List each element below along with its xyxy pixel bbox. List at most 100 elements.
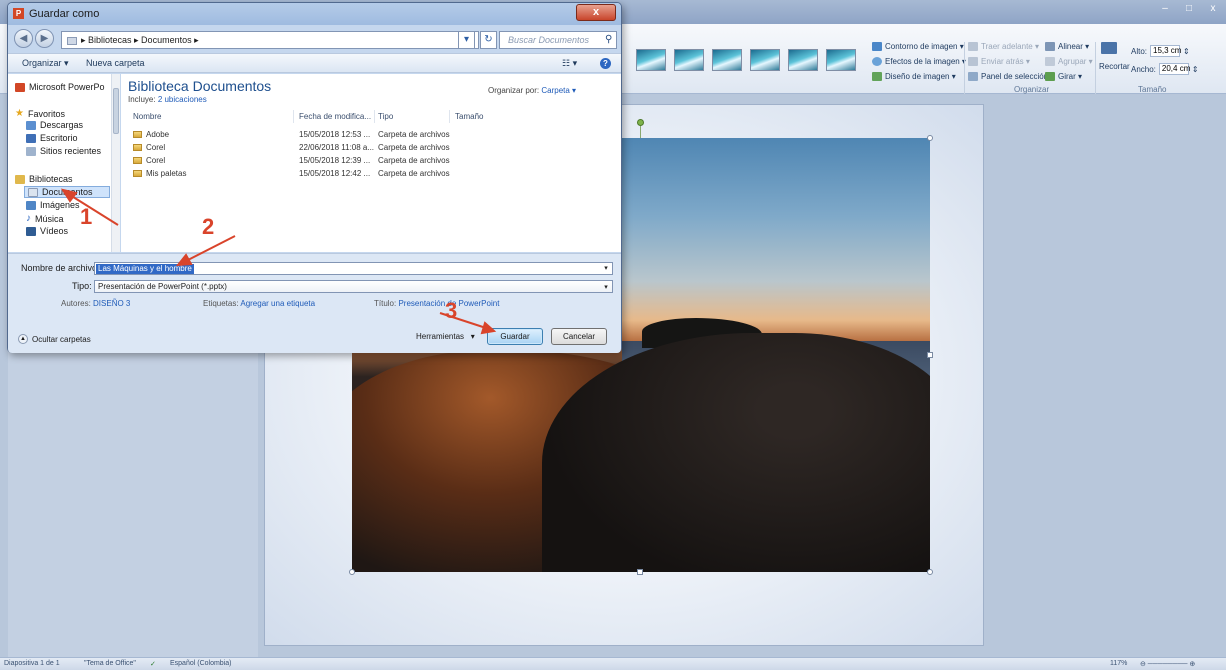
nav-item-powerpoint[interactable]: Microsoft PowerPo [15, 82, 105, 92]
resize-handle[interactable] [349, 569, 355, 575]
table-row[interactable]: Corel 22/06/2018 11:08 a... Carpeta de a… [126, 142, 526, 154]
music-icon: ♪ [26, 213, 31, 224]
column-header-modified[interactable]: Fecha de modifica... [299, 112, 371, 121]
hide-folders-label: Ocultar carpetas [32, 334, 91, 344]
search-input[interactable]: Buscar Documentos [499, 31, 617, 49]
nav-item-images[interactable]: Imágenes [26, 200, 80, 210]
picture-style-thumbnail[interactable] [674, 49, 704, 71]
back-icon[interactable]: ◀ [14, 29, 33, 48]
nav-item-music[interactable]: ♪ Música [26, 213, 64, 224]
rotate-button[interactable]: Girar ▾ [1045, 72, 1082, 81]
align-button[interactable]: Alinear ▾ [1045, 42, 1089, 51]
nav-item-libraries[interactable]: Bibliotecas [15, 174, 73, 184]
title-field: Título: Presentación de PowerPoint [374, 299, 499, 308]
breadcrumb[interactable]: ▸ Bibliotecas ▸ Documentos ▸ [81, 35, 199, 45]
resize-handle[interactable] [927, 135, 933, 141]
language[interactable]: Español (Colombia) [170, 660, 231, 667]
spellcheck-icon[interactable]: ✓ [150, 660, 156, 668]
bring-forward-button[interactable]: Traer adelante ▾ [968, 42, 1039, 51]
file-name: Corel [146, 156, 166, 165]
picture-style-thumbnail[interactable] [636, 49, 666, 71]
picture-layout-label: Diseño de imagen ▾ [885, 72, 956, 81]
arrange-label: Organizar por: [488, 86, 540, 95]
table-row[interactable]: Mis paletas 15/05/2018 12:42 ... Carpeta… [126, 168, 526, 180]
views-button[interactable]: ☷ ▾ [562, 58, 577, 69]
column-divider[interactable] [374, 110, 375, 123]
tags-link[interactable]: Agregar una etiqueta [240, 299, 315, 308]
nav-label: Música [35, 213, 64, 224]
nav-scrollbar[interactable] [111, 74, 120, 252]
spinner-icon[interactable]: ⇕ [1183, 47, 1190, 56]
powerpoint-icon: P [13, 8, 24, 19]
nav-item-videos[interactable]: Vídeos [26, 226, 68, 236]
height-label: Alto: [1131, 46, 1148, 56]
maximize-icon[interactable]: □ [1178, 2, 1200, 16]
nav-item-recent[interactable]: Sitios recientes [26, 146, 101, 156]
picture-layout-button[interactable]: Diseño de imagen ▾ [872, 72, 956, 81]
crop-icon-button[interactable] [1101, 42, 1117, 54]
address-dropdown-icon[interactable]: ▾ [458, 31, 475, 49]
group-label-organize: Organizar [1014, 85, 1050, 94]
close-icon[interactable]: x [1202, 2, 1224, 16]
group-button[interactable]: Agrupar ▾ [1045, 57, 1093, 66]
table-row[interactable]: Adobe 15/05/2018 12:53 ... Carpeta de ar… [126, 129, 526, 141]
search-icon[interactable]: ⚲ [605, 34, 612, 45]
hide-folders-button[interactable]: ▲ Ocultar carpetas [18, 334, 91, 344]
zoom-slider[interactable]: ⊖ ──────── ⊕ [1140, 660, 1195, 668]
column-divider[interactable] [449, 110, 450, 123]
send-backward-button[interactable]: Enviar atrás ▾ [968, 57, 1030, 66]
column-header-size[interactable]: Tamaño [455, 112, 483, 121]
locations-link[interactable]: 2 ubicaciones [158, 95, 207, 104]
send-backward-label: Enviar atrás ▾ [981, 57, 1030, 66]
nav-item-downloads[interactable]: Descargas [26, 120, 83, 130]
height-input[interactable]: 15,3 cm [1150, 45, 1181, 57]
column-divider[interactable] [293, 110, 294, 123]
group-icon [1045, 57, 1055, 66]
filetype-select[interactable]: Presentación de PowerPoint (*.pptx) ▾ [94, 280, 613, 293]
resize-handle[interactable] [637, 569, 643, 575]
nav-item-documents[interactable]: Documentos [24, 186, 110, 198]
spinner-icon[interactable]: ⇕ [1192, 65, 1199, 74]
help-icon[interactable]: ? [600, 58, 611, 69]
width-input[interactable]: 20,4 cm [1158, 63, 1190, 75]
chevron-down-icon[interactable]: ▾ [601, 282, 611, 291]
selection-pane-button[interactable]: Panel de selección [968, 72, 1048, 81]
resize-handle[interactable] [927, 352, 933, 358]
resize-handle[interactable] [927, 569, 933, 575]
forward-icon[interactable]: ▶ [35, 29, 54, 48]
organize-button[interactable]: Organizar ▾ [22, 58, 69, 69]
picture-effects-button[interactable]: Efectos de la imagen ▾ [872, 57, 966, 66]
column-header-name[interactable]: Nombre [133, 112, 161, 121]
table-row[interactable]: Corel 15/05/2018 12:39 ... Carpeta de ar… [126, 155, 526, 167]
chevron-down-icon[interactable]: ▾ [601, 264, 611, 273]
cancel-button[interactable]: Cancelar [551, 328, 607, 345]
column-header-type[interactable]: Tipo [378, 112, 393, 121]
filename-input[interactable]: Las Máquinas y el hombre ▾ [94, 262, 613, 275]
new-folder-button[interactable]: Nueva carpeta [86, 58, 145, 68]
library-title: Biblioteca Documentos [128, 78, 272, 94]
picture-style-thumbnail[interactable] [712, 49, 742, 71]
save-as-dialog: P Guardar como x ◀ ▶ ▸ Bibliotecas ▸ Doc… [7, 2, 622, 353]
close-button[interactable]: x [576, 4, 616, 21]
arrange-dropdown[interactable]: Carpeta ▾ [541, 86, 576, 95]
minimize-icon[interactable]: – [1154, 2, 1176, 16]
crop-button[interactable]: Recortar [1099, 62, 1130, 71]
picture-style-thumbnail[interactable] [826, 49, 856, 71]
save-button[interactable]: Guardar [487, 328, 543, 345]
file-modified: 15/05/2018 12:42 ... [299, 169, 371, 178]
zoom-level[interactable]: 117% [1110, 660, 1127, 667]
scrollbar-thumb[interactable] [113, 88, 119, 134]
rotation-handle[interactable] [637, 119, 644, 126]
picture-style-thumbnail[interactable] [750, 49, 780, 71]
tools-menu[interactable]: Herramientas ▾ [416, 332, 475, 341]
folder-icon [133, 170, 142, 178]
nav-item-favorites[interactable]: ★ Favoritos [15, 108, 65, 119]
videos-icon [26, 226, 36, 236]
ribbon-separator [1095, 42, 1096, 94]
picture-style-thumbnail[interactable] [788, 49, 818, 71]
address-bar[interactable]: ▸ Bibliotecas ▸ Documentos ▸ [61, 31, 479, 49]
picture-border-button[interactable]: Contorno de imagen ▾ [872, 42, 964, 51]
refresh-icon[interactable]: ↻ [480, 31, 497, 49]
nav-item-desktop[interactable]: Escritorio [26, 133, 78, 143]
authors-value[interactable]: DISEÑO 3 [93, 299, 130, 308]
